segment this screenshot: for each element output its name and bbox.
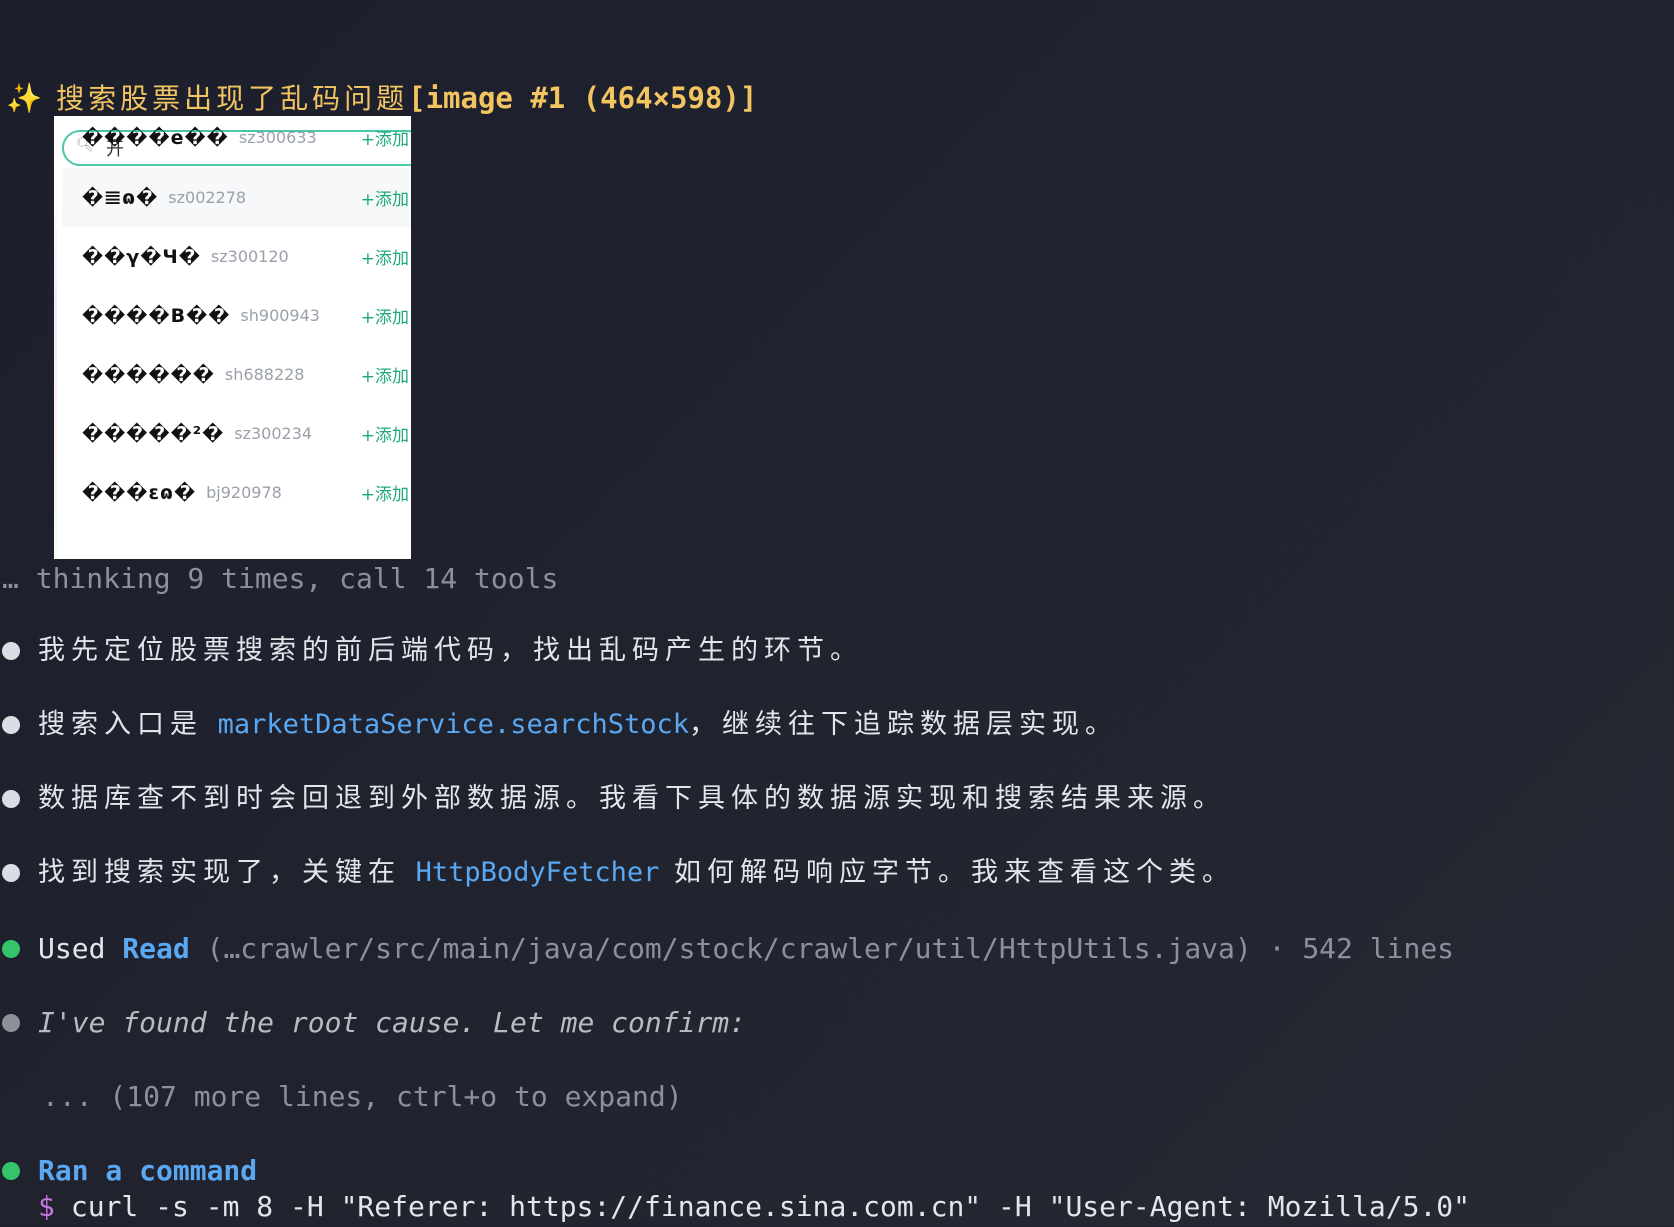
success-bullet-icon xyxy=(2,940,20,958)
stock-row[interactable]: ����B�� sh900943 +添加 xyxy=(62,286,411,345)
stock-row[interactable]: �𝌆ɷ� sz002278 +添加 xyxy=(62,168,411,227)
stock-name: ��γ�Ч� xyxy=(82,245,201,268)
tool-used-label: Used xyxy=(38,932,106,965)
left-edge-strip xyxy=(54,166,57,559)
message-text: ，继续往下追踪数据层实现。 xyxy=(689,709,1118,740)
message-text: 数据库查不到时会回退到外部数据源。我看下具体的数据源实现和搜索结果来源。 xyxy=(38,783,1226,814)
command-text: curl -s -m 8 -H "Referer: https://financ… xyxy=(70,1190,1471,1223)
prompt-text: 搜索股票出现了乱码问题 xyxy=(56,82,409,115)
add-button[interactable]: +添加 xyxy=(361,244,409,269)
stock-row[interactable]: �����²� sz300234 +添加 xyxy=(62,404,411,463)
assistant-message: 数据库查不到时会回退到外部数据源。我看下具体的数据源实现和搜索结果来源。 xyxy=(38,779,1226,819)
success-bullet-icon xyxy=(2,1162,20,1180)
bullet-icon xyxy=(2,790,20,808)
code-reference: marketDataService.searchStock xyxy=(217,709,689,740)
image-reference[interactable]: [image #1 (464×598)] xyxy=(408,81,757,115)
bullet-icon xyxy=(2,864,20,882)
stock-code: bj920978 xyxy=(206,483,282,502)
stock-code: sz300633 xyxy=(238,128,317,147)
command-line: $ curl -s -m 8 -H "Referer: https://finan… xyxy=(38,1187,1470,1227)
stock-name: ����B�� xyxy=(82,304,231,327)
add-button[interactable]: +添加 xyxy=(361,303,409,328)
assistant-message: 找到搜索实现了，关键在 HttpBodyFetcher 如何解码响应字节。我来查… xyxy=(38,853,1235,893)
stock-name: ������ xyxy=(82,363,215,386)
tool-path: (…crawler/src/main/java/com/stock/crawle… xyxy=(206,932,1455,965)
stock-code: sz002278 xyxy=(168,188,247,207)
add-button[interactable]: +添加 xyxy=(361,125,409,150)
message-text: 如何解码响应字节。我来查看这个类。 xyxy=(659,857,1236,888)
message-text: 搜索入口是 xyxy=(38,709,218,740)
add-button[interactable]: +添加 xyxy=(361,362,409,387)
stock-code: sh688228 xyxy=(224,365,305,384)
stock-name: �𝌆ɷ� xyxy=(82,186,159,209)
add-button[interactable]: +添加 xyxy=(361,480,409,505)
bullet-icon xyxy=(2,642,20,660)
stock-name: ���ɛɷ� xyxy=(82,481,197,504)
stock-row[interactable]: ��γ�Ч� sz300120 +添加 xyxy=(62,227,411,286)
stock-code: sh900943 xyxy=(240,306,320,325)
sparkle-icon: ✨ xyxy=(6,81,43,115)
tool-call-read[interactable]: Used Read (…crawler/src/main/java/com/st… xyxy=(38,929,1454,969)
stock-code: sz300120 xyxy=(210,247,289,266)
add-button[interactable]: +添加 xyxy=(361,185,409,210)
code-reference: HttpBodyFetcher xyxy=(415,857,660,888)
stock-row[interactable]: ����e�� sz300633 +添加 xyxy=(62,116,411,167)
stock-row[interactable]: ���ɛɷ� bj920978 +添加 xyxy=(62,463,411,522)
tool-name: Read xyxy=(122,932,190,965)
stock-row[interactable]: ������ sh688228 +添加 xyxy=(62,345,411,404)
user-prompt: ✨ 搜索股票出现了乱码问题[image #1 (464×598)] xyxy=(6,78,757,119)
attached-image[interactable]: 🔍︎ 开 ����e�� sz300633 +添加 �𝌆ɷ� sz002278 … xyxy=(54,116,411,559)
assistant-message: 搜索入口是 marketDataService.searchStock，继续往下… xyxy=(38,705,1118,745)
bullet-icon xyxy=(2,716,20,734)
reasoning-bullet-icon xyxy=(2,1014,20,1032)
thinking-summary[interactable]: … thinking 9 times, call 14 tools xyxy=(2,559,558,599)
message-text: 找到搜索实现了，关键在 xyxy=(38,857,416,888)
stock-name: �����²� xyxy=(82,422,225,445)
assistant-message: 我先定位股票搜索的前后端代码，找出乱码产生的环节。 xyxy=(38,631,863,671)
expand-hint[interactable]: ... (107 more lines, ctrl+o to expand) xyxy=(42,1077,683,1117)
message-text: 我先定位股票搜索的前后端代码，找出乱码产生的环节。 xyxy=(38,635,863,666)
add-button[interactable]: +添加 xyxy=(361,421,409,446)
shell-prompt: $ xyxy=(38,1190,55,1223)
stock-name: ����e�� xyxy=(82,126,229,149)
stock-code: sz300234 xyxy=(234,424,313,443)
command-title[interactable]: Ran a command xyxy=(38,1151,257,1191)
reasoning-text: I've found the root cause. Let me confir… xyxy=(38,1006,747,1039)
